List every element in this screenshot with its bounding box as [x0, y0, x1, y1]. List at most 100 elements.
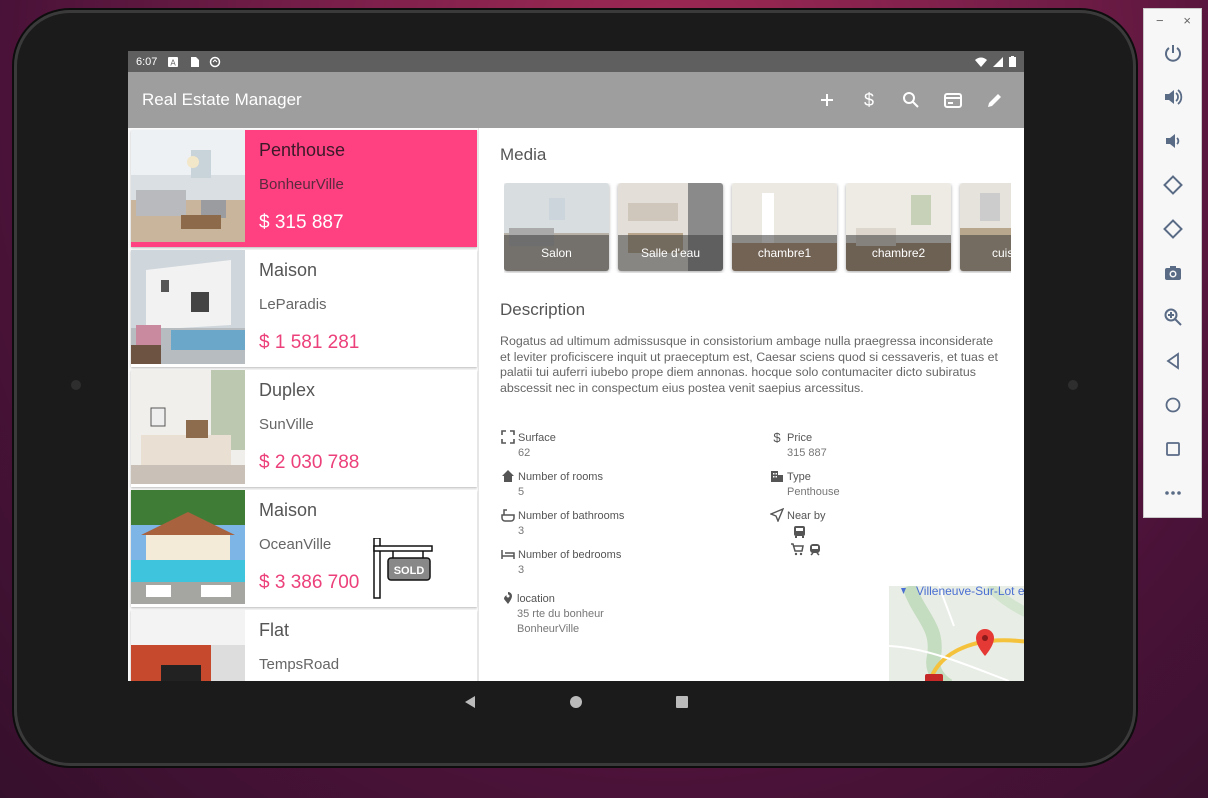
bathtub-icon: [501, 509, 515, 522]
volume-down-button[interactable]: [1161, 129, 1185, 153]
media-carousel[interactable]: Salon Salle d'eau chambre1 chambre2 cuis: [504, 183, 1011, 273]
overview-button[interactable]: [1161, 437, 1185, 461]
description-heading: Description: [500, 300, 586, 319]
bathrooms-value: 3: [518, 525, 525, 537]
rooms-label: Number of rooms: [518, 471, 603, 483]
home-icon: [1165, 397, 1181, 413]
sync-icon: [210, 56, 221, 67]
sensor-dot: [71, 380, 81, 390]
loan-simulator-button[interactable]: [942, 89, 964, 111]
property-type: Penthouse: [259, 140, 346, 160]
edit-button[interactable]: [984, 89, 1006, 111]
sensor-dot: [1068, 380, 1078, 390]
media-caption: Salon: [504, 235, 609, 271]
surface-value: 62: [518, 447, 531, 459]
property-detail: Media Salon Salle d'eau chambre1 chambre…: [479, 128, 1024, 681]
search-button[interactable]: [900, 89, 922, 111]
rotate-left-button[interactable]: [1161, 173, 1185, 197]
rotate-right-icon: [1163, 219, 1183, 239]
location-pin-icon: [504, 592, 512, 604]
property-type: Duplex: [259, 380, 316, 400]
media-caption: chambre2: [846, 235, 951, 271]
property-list-item[interactable]: Maison LeParadis $ 1 581 281: [131, 250, 477, 367]
property-thumbnail: [131, 490, 245, 604]
surface-label: Surface: [518, 432, 556, 444]
bathrooms-label: Number of bathrooms: [518, 510, 625, 522]
app-bar: Real Estate Manager $: [128, 72, 1024, 128]
train-icon: [810, 544, 820, 556]
camera-icon: [1165, 266, 1181, 280]
nearby-label: Near by: [787, 510, 826, 522]
media-caption: chambre1: [732, 235, 837, 271]
media-item[interactable]: Salle d'eau: [618, 183, 723, 271]
rotate-right-button[interactable]: [1161, 217, 1185, 241]
media-item[interactable]: chambre1: [732, 183, 837, 271]
price-value: 315 887: [787, 447, 827, 459]
svg-text:$: $: [773, 430, 781, 444]
volume-up-icon: [1165, 89, 1183, 105]
location-map[interactable]: Villeneuve-Sur-Lot et...: [889, 586, 1024, 681]
volume-up-button[interactable]: [1161, 85, 1185, 109]
cart-icon: [791, 543, 804, 556]
rooms-value: 5: [518, 486, 525, 498]
sd-card-icon: [191, 56, 200, 67]
property-type: Flat: [259, 620, 290, 640]
property-list-item[interactable]: Duplex SunVille $ 2 030 788: [131, 370, 477, 487]
svg-text:$: $: [864, 90, 874, 110]
zoom-button[interactable]: [1161, 305, 1185, 329]
media-item[interactable]: Salon: [504, 183, 609, 271]
property-city: LeParadis: [259, 296, 327, 313]
power-icon: [1165, 45, 1181, 62]
back-icon: [1166, 352, 1179, 370]
sold-sign-icon: SOLD: [373, 538, 433, 599]
address-line1: 35 rte du bonheur: [517, 608, 604, 620]
property-thumbnail: [131, 370, 245, 484]
property-list-item[interactable]: Maison OceanVille $ 3 386 700 SOLD: [131, 490, 477, 607]
property-type: Maison: [259, 500, 318, 520]
bus-icon: [794, 526, 805, 538]
status-bar: 6:07 A: [128, 51, 1024, 72]
search-icon: [903, 92, 919, 108]
location-label: location: [517, 593, 555, 605]
home-icon: [502, 470, 514, 482]
navigation-icon: [770, 508, 784, 522]
back-button[interactable]: [1161, 349, 1185, 373]
wifi-icon: [975, 57, 987, 67]
property-thumbnail: [131, 130, 245, 244]
media-item[interactable]: chambre2: [846, 183, 951, 271]
zoom-icon: [1164, 308, 1182, 326]
property-thumbnail: [131, 610, 245, 681]
payment-icon: [944, 92, 962, 108]
signal-icon: [993, 56, 1003, 67]
home-button[interactable]: [1161, 393, 1185, 417]
screenshot-button[interactable]: [1161, 261, 1185, 285]
property-city: SunVille: [259, 416, 314, 433]
property-type: Maison: [259, 260, 318, 280]
more-icon: [1165, 491, 1181, 495]
media-caption: Salle d'eau: [618, 235, 723, 271]
media-item[interactable]: cuis: [960, 183, 1011, 271]
dollar-icon: $: [773, 430, 781, 444]
description-text: Rogatus ad ultimum admissusque in consis…: [500, 334, 998, 395]
close-icon[interactable]: ×: [1183, 13, 1191, 31]
home-icon[interactable]: [569, 695, 583, 709]
back-icon[interactable]: [463, 695, 477, 709]
device-screen: 6:07 A Real Estate Manager $ Penthouse B…: [128, 51, 1024, 681]
minimize-icon[interactable]: −: [1156, 13, 1164, 31]
convert-currency-button[interactable]: $: [858, 89, 880, 111]
add-icon: [821, 94, 833, 106]
property-price: $ 315 887: [259, 212, 344, 233]
property-price: $ 2 030 788: [259, 452, 360, 473]
more-button[interactable]: [1161, 481, 1185, 505]
building-icon: [771, 471, 783, 482]
bedrooms-label: Number of bedrooms: [518, 549, 622, 561]
property-list-item[interactable]: Flat TempsRoad: [131, 610, 477, 681]
edit-icon: [988, 94, 1001, 107]
media-heading: Media: [500, 145, 547, 164]
power-button[interactable]: [1161, 41, 1185, 65]
svg-text:SOLD: SOLD: [394, 565, 425, 577]
add-button[interactable]: [816, 89, 838, 111]
property-list-item[interactable]: Penthouse BonheurVille $ 315 887: [131, 130, 477, 247]
property-thumbnail: [131, 250, 245, 364]
overview-icon[interactable]: [675, 695, 689, 709]
